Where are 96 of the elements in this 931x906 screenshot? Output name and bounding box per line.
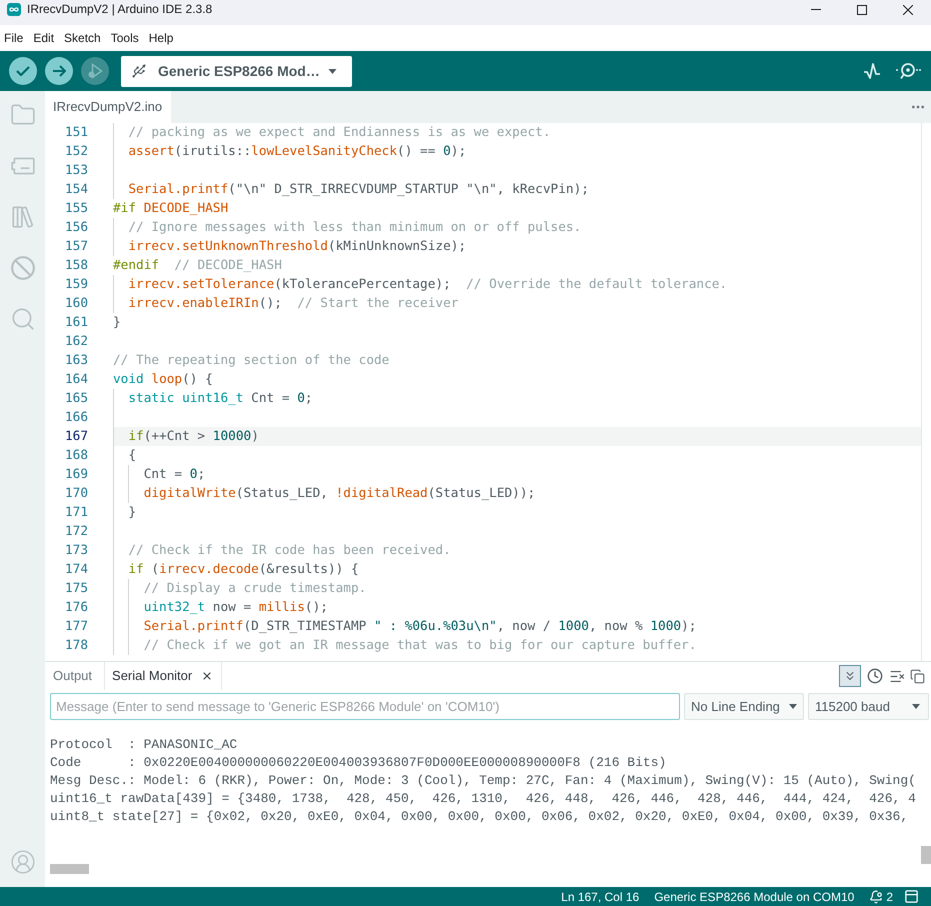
- line-number: 170: [64, 485, 88, 503]
- verify-button[interactable]: [9, 57, 37, 85]
- line-number: 177: [64, 618, 88, 636]
- line-number: 157: [64, 238, 88, 256]
- menu-item[interactable]: Edit: [33, 29, 54, 47]
- line-number: 173: [64, 542, 88, 560]
- message-input[interactable]: Message (Enter to send message to 'Generic ESP8266 Module' on 'COM10'): [50, 693, 680, 720]
- line-number: 163: [64, 352, 88, 370]
- line-number: 161: [64, 314, 88, 332]
- line-number: 151: [64, 124, 88, 142]
- checkmark-icon: [16, 66, 30, 76]
- line-number: 166: [64, 409, 88, 427]
- line-ending-select[interactable]: No Line Ending: [684, 693, 804, 720]
- menu-item[interactable]: File: [4, 29, 24, 47]
- infinity-logo-icon: [7, 3, 21, 16]
- code-line: // Ignore messages with less than minimum on or off pulses.: [128, 219, 582, 237]
- minimize-icon: [811, 9, 821, 10]
- play-icon: [87, 63, 103, 79]
- code-line: }: [113, 314, 121, 332]
- line-number: 169: [64, 466, 88, 484]
- serial-output-line: Mesg Desc.: Model: 6 (RKR), Power: On, Mode: 3 (Cool), Temp: 27C, Fan: 4 (Maximum), Swing(V): 15 (Auto), Swing(: [50, 772, 916, 790]
- editor-tab[interactable]: IRrecvDumpV2.ino: [45, 91, 171, 123]
- code-line: if(++Cnt > 10000): [128, 428, 259, 446]
- window-title: IRrecvDumpV2 | Arduino IDE 2.3.8: [27, 1, 212, 17]
- caret-icon: [789, 704, 797, 709]
- panel-tab[interactable]: Output: [45, 662, 104, 690]
- line-number: 168: [64, 447, 88, 465]
- caret-icon: [912, 704, 920, 709]
- serial-output-line: uint8_t state[27] = {0x02, 0x20, 0xE0, 0x04, 0x00, 0x00, 0x00, 0x06, 0x02, 0x20, 0xE0, 0x04, 0x00, 0x39, 0x36,: [50, 808, 908, 826]
- code-line: if (irrecv.decode(&results)) {: [128, 561, 359, 579]
- code-line: // packing as we expect and Endianness is as we expect.: [128, 124, 551, 142]
- code-line: // The repeating section of the code: [113, 352, 390, 370]
- caret-icon: [328, 68, 337, 74]
- line-number: 172: [64, 523, 88, 541]
- code-line: {: [128, 447, 136, 465]
- line-number: 162: [64, 333, 88, 351]
- code-line: uint32_t now = millis();: [144, 599, 328, 617]
- serial-output-line: uint16_t rawData[439] = {3480, 1738, 428, 450, 426, 1310, 426, 448, 426, 446, 428, 446, 444, 424, 426, 4: [50, 790, 916, 808]
- board-selector[interactable]: Generic ESP8266 Mod…: [121, 56, 352, 86]
- line-number: 158: [64, 257, 88, 275]
- clock-icon: [867, 668, 883, 684]
- board-port-status[interactable]: Generic ESP8266 Module on COM10: [654, 888, 854, 906]
- maximize-icon: [857, 4, 867, 14]
- cursor-position[interactable]: Ln 167, Col 16: [561, 888, 640, 906]
- autoscroll-toggle[interactable]: [839, 665, 861, 687]
- code-line: }: [128, 504, 136, 522]
- vertical-scrollbar-thumb[interactable]: [921, 846, 931, 864]
- close-icon: [903, 4, 913, 14]
- line-number: 167: [64, 428, 88, 446]
- line-number: 153: [64, 162, 88, 180]
- panel-icon[interactable]: [904, 889, 919, 904]
- serial-output-line: Protocol : PANASONIC_AC: [50, 736, 238, 754]
- copy-icon[interactable]: [910, 668, 925, 684]
- code-line: Serial.printf(D_STR_TIMESTAMP " : %06u.%03u\n", now / 1000, now % 1000);: [144, 618, 696, 636]
- code-line: Cnt = 0;: [144, 466, 206, 484]
- arrow-right-icon: [52, 65, 66, 77]
- code-line: assert(irutils::lowLevelSanityCheck() == 0);: [128, 143, 466, 161]
- code-line: // Check if the IR code has been received.: [128, 542, 451, 560]
- menu-item[interactable]: Tools: [110, 29, 139, 47]
- panel-tab[interactable]: Serial Monitor: [104, 662, 222, 690]
- line-number: 178: [64, 637, 88, 655]
- code-line: static uint16_t Cnt = 0;: [128, 390, 313, 408]
- code-line: Serial.printf("\n" D_STR_IRRECVDUMP_STARTUP "\n", kRecvPin);: [128, 181, 589, 199]
- menu-item[interactable]: Help: [148, 29, 174, 47]
- line-number: 176: [64, 599, 88, 617]
- code-line: // Check if we got an IR message that was to big for our capture buffer.: [144, 637, 696, 655]
- line-number: 154: [64, 181, 88, 199]
- horizontal-scrollbar-thumb[interactable]: [50, 864, 89, 874]
- baud-rate-select[interactable]: 115200 baud: [808, 693, 929, 720]
- upload-button[interactable]: [45, 57, 73, 85]
- magnifier-icon[interactable]: [895, 62, 921, 80]
- notification-count: 2: [886, 888, 893, 906]
- line-number: 160: [64, 295, 88, 313]
- line-number: 159: [64, 276, 88, 294]
- line-number: 152: [64, 143, 88, 161]
- pulse-icon[interactable]: [863, 63, 881, 79]
- line-number: 155: [64, 200, 88, 218]
- menu-item[interactable]: Sketch: [64, 29, 101, 47]
- code-line: // Display a crude timestamp.: [144, 580, 366, 598]
- code-line: void loop() {: [113, 371, 213, 389]
- code-line: irrecv.enableIRIn(); // Start the receiver: [128, 295, 458, 313]
- line-number: 156: [64, 219, 88, 237]
- usb-icon: [131, 63, 147, 79]
- line-number: 165: [64, 390, 88, 408]
- line-number: 175: [64, 580, 88, 598]
- serial-output-line: Code : 0x0220E004000000060220E004003936807F0D000EE00000890000F8 (216 Bits): [50, 754, 666, 772]
- code-line: irrecv.setTolerance(kTolerancePercentage); // Override the default tolerance.: [128, 276, 728, 294]
- line-number: 171: [64, 504, 88, 522]
- code-line: irrecv.setUnknownThreshold(kMinUnknownSize);: [128, 238, 466, 256]
- close-icon[interactable]: [201, 670, 214, 682]
- code-line: #endif // DECODE_HASH: [113, 257, 282, 275]
- code-line: #if DECODE_HASH: [113, 200, 228, 218]
- line-number: 164: [64, 371, 88, 389]
- bell-icon[interactable]: [869, 890, 884, 904]
- code-line: digitalWrite(Status_LED, !digitalRead(Status_LED));: [144, 485, 536, 503]
- line-number: 174: [64, 561, 88, 579]
